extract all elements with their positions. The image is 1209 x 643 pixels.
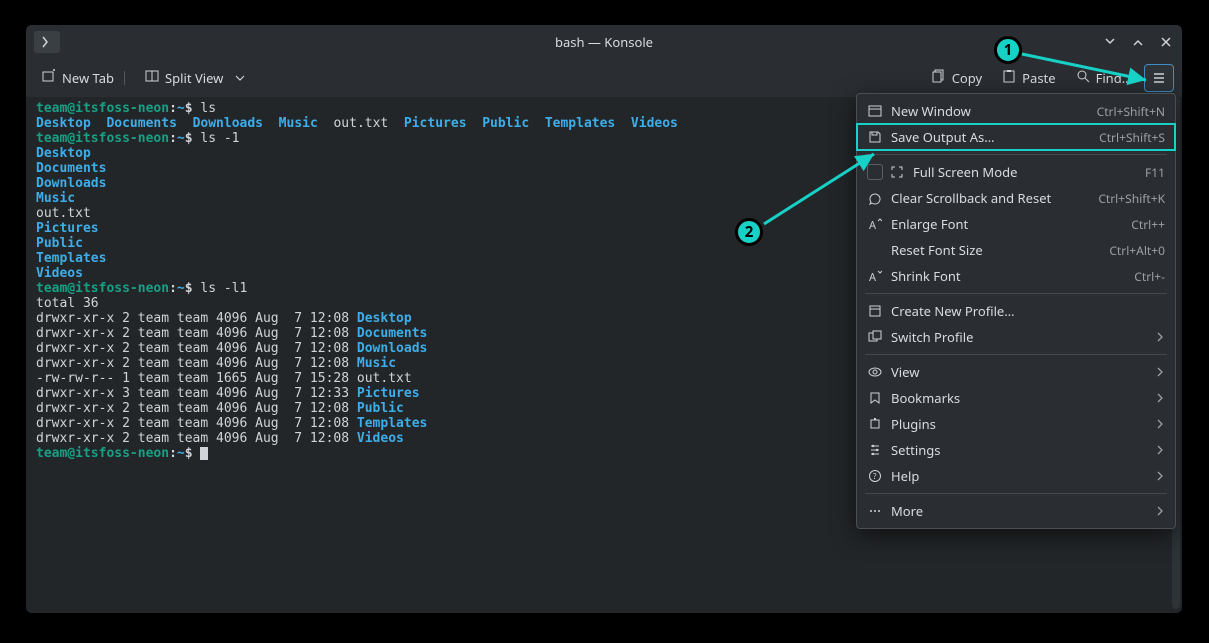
menu-item-bookmarks[interactable]: Bookmarks: [857, 385, 1175, 411]
annotation-arrow-2: [762, 148, 892, 228]
menu-shortcut: Ctrl+-: [1134, 268, 1165, 285]
menu-item-new-window[interactable]: New Window Ctrl+Shift+N: [857, 98, 1175, 124]
menu-item-create-new-profile[interactable]: Create New Profile…: [857, 298, 1175, 324]
menu-item-label: Bookmarks: [891, 389, 1147, 407]
split-view-label: Split View: [165, 69, 223, 87]
maximize-icon[interactable]: [1130, 34, 1146, 50]
minimize-icon[interactable]: [1102, 34, 1118, 50]
menu-item-switch-profile[interactable]: Switch Profile: [857, 324, 1175, 350]
menu-item-plugins[interactable]: Plugins: [857, 411, 1175, 437]
menu-shortcut: Ctrl+Shift+N: [1097, 103, 1165, 120]
annotation-step-2: 2: [735, 218, 763, 246]
menu-item-label: Reset Font Size: [891, 241, 1101, 259]
menu-item-save-output-as[interactable]: Save Output As… Ctrl+Shift+S: [857, 124, 1175, 150]
menu-separator: [865, 493, 1167, 494]
chevron-right-icon: [1155, 502, 1165, 520]
plugin-icon: [867, 416, 883, 432]
menu-item-label: Save Output As…: [891, 128, 1091, 146]
menu-item-more[interactable]: More: [857, 498, 1175, 524]
new-tab-icon: [42, 69, 56, 87]
menu-separator: [865, 354, 1167, 355]
copy-label: Copy: [952, 69, 982, 87]
menu-item-label: Shrink Font: [891, 267, 1126, 285]
copy-button[interactable]: Copy: [924, 65, 990, 91]
profile-icon: [867, 303, 883, 319]
split-view-icon: [145, 69, 159, 87]
menu-shortcut: Ctrl++: [1131, 216, 1165, 233]
chevron-right-icon: [1155, 363, 1165, 381]
paste-icon: [1002, 69, 1016, 87]
menu-item-enlarge-font[interactable]: AEnlarge FontCtrl++: [857, 211, 1175, 237]
menu-separator: [865, 154, 1167, 155]
bookmark-icon: [867, 390, 883, 406]
close-icon[interactable]: [1158, 34, 1174, 50]
menu-item-label: Full Screen Mode: [913, 163, 1137, 181]
menu-item-clear-scrollback-and-reset[interactable]: Clear Scrollback and Reset Ctrl+Shift+K: [857, 185, 1175, 211]
menu-item-label: Settings: [891, 441, 1147, 459]
help-icon: ?: [867, 468, 883, 484]
switch-icon: [867, 329, 883, 345]
new-tab-button[interactable]: New Tab: [34, 65, 133, 91]
chevron-right-icon: [1155, 328, 1165, 346]
chevron-right-icon: [1155, 467, 1165, 485]
toolbar: New Tab Split View Copy Paste Find…: [26, 59, 1182, 97]
window-icon: [867, 103, 883, 119]
menu-item-label: More: [891, 502, 1147, 520]
menu-item-view[interactable]: View: [857, 359, 1175, 385]
dropdown-separator: [124, 71, 125, 85]
menu-shortcut: Ctrl+Shift+K: [1098, 190, 1165, 207]
annotation-arrow-1: [1020, 50, 1160, 90]
chevron-down-icon: [235, 69, 245, 87]
save-icon: [867, 129, 883, 145]
menu-item-full-screen-mode[interactable]: Full Screen Mode F11: [857, 159, 1175, 185]
new-tab-label: New Tab: [62, 69, 114, 87]
menu-item-reset-font-size[interactable]: Reset Font Size Ctrl+Alt+0: [857, 237, 1175, 263]
konsole-window: bash — Konsole New Tab Split View Copy P…: [26, 25, 1182, 613]
menu-item-shrink-font[interactable]: A Shrink Font Ctrl+-: [857, 263, 1175, 289]
chevron-right-icon: [1155, 415, 1165, 433]
copy-icon: [932, 69, 946, 87]
menu-item-label: Switch Profile: [891, 328, 1147, 346]
blank-icon: [867, 242, 883, 258]
hamburger-menu: New Window Ctrl+Shift+N Save Output As… Ctr…: [856, 93, 1176, 529]
more-icon: [867, 503, 883, 519]
view-icon: [867, 364, 883, 380]
menu-item-label: Enlarge Font: [891, 215, 1123, 233]
svg-text:A: A: [869, 270, 877, 283]
svg-text:?: ?: [873, 471, 877, 482]
menu-item-label: Plugins: [891, 415, 1147, 433]
menu-separator: [865, 293, 1167, 294]
chevron-right-icon: [1155, 441, 1165, 459]
settings-icon: [867, 442, 883, 458]
font-small-icon: A: [867, 268, 883, 284]
menu-item-label: Clear Scrollback and Reset: [891, 189, 1090, 207]
chevron-right-icon: [1155, 389, 1165, 407]
menu-item-help[interactable]: ? Help: [857, 463, 1175, 489]
menu-item-label: New Window: [891, 102, 1089, 120]
menu-item-settings[interactable]: Settings: [857, 437, 1175, 463]
menu-shortcut: F11: [1145, 164, 1165, 181]
menu-item-label: Help: [891, 467, 1147, 485]
menu-item-label: View: [891, 363, 1147, 381]
annotation-step-1: 1: [994, 36, 1022, 64]
menu-shortcut: Ctrl+Shift+S: [1099, 129, 1165, 146]
split-view-button[interactable]: Split View: [137, 65, 253, 91]
menu-item-label: Create New Profile…: [891, 302, 1165, 320]
menu-shortcut: Ctrl+Alt+0: [1109, 242, 1165, 259]
